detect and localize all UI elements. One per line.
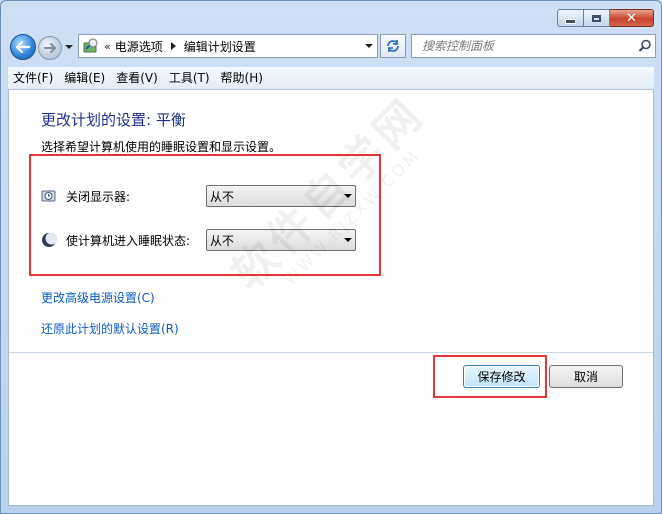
breadcrumb-power-options[interactable]: 电源选项 xyxy=(115,38,163,55)
chevron-down-icon xyxy=(65,45,73,49)
display-off-value: 从不 xyxy=(210,189,235,204)
forward-arrow-icon xyxy=(44,43,56,53)
address-bar[interactable]: « 电源选项 编辑计划设置 xyxy=(78,34,378,58)
chevron-down-icon xyxy=(365,44,373,48)
advanced-power-settings-link[interactable]: 更改高级电源设置(C) xyxy=(41,289,155,306)
search-input[interactable] xyxy=(420,38,635,54)
menu-view[interactable]: 查看(V) xyxy=(111,68,163,88)
sleep-label: 使计算机进入睡眠状态: xyxy=(66,233,191,248)
breadcrumb-separator-icon[interactable] xyxy=(170,42,176,50)
chevron-down-icon xyxy=(341,194,355,198)
page-title: 更改计划的设置: 平衡 xyxy=(41,111,186,129)
minimize-button[interactable] xyxy=(557,9,584,27)
menu-tools[interactable]: 工具(T) xyxy=(164,68,215,88)
refresh-button[interactable] xyxy=(380,34,406,58)
monitor-clock-icon xyxy=(41,190,56,202)
breadcrumb-overflow[interactable]: « xyxy=(104,40,111,53)
save-changes-button[interactable]: 保存修改 xyxy=(463,365,540,388)
search-box xyxy=(411,34,656,58)
divider xyxy=(9,352,653,353)
display-off-select[interactable]: 从不 xyxy=(206,185,356,207)
control-panel-icon xyxy=(83,38,98,53)
menu-edit[interactable]: 编辑(E) xyxy=(59,68,110,88)
setting-row-sleep: 使计算机进入睡眠状态: 从不 xyxy=(41,229,356,251)
menu-bar: 文件(F) 编辑(E) 查看(V) 工具(T) 帮助(H) xyxy=(8,67,654,90)
cancel-button[interactable]: 取消 xyxy=(549,365,623,388)
back-arrow-icon xyxy=(16,41,30,53)
back-button[interactable] xyxy=(10,34,36,60)
maximize-button[interactable] xyxy=(584,9,610,27)
close-icon: ✕ xyxy=(626,10,637,26)
caption-buttons: ✕ xyxy=(557,9,654,27)
page-description: 选择希望计算机使用的睡眠设置和显示设置。 xyxy=(41,140,282,154)
minimize-icon xyxy=(565,18,576,24)
breadcrumb-edit-plan[interactable]: 编辑计划设置 xyxy=(184,38,256,55)
refresh-icon xyxy=(387,40,399,52)
address-dropdown[interactable] xyxy=(361,35,377,57)
setting-row-display: 关闭显示器: 从不 xyxy=(41,185,356,207)
recent-pages-dropdown[interactable] xyxy=(65,42,75,52)
search-icon[interactable] xyxy=(635,36,655,56)
sleep-select[interactable]: 从不 xyxy=(206,229,356,251)
restore-defaults-link[interactable]: 还原此计划的默认设置(R) xyxy=(41,320,179,337)
maximize-icon xyxy=(592,14,601,22)
window: ✕ « 电源选项 编辑计划设置 搜索控制面板 文件(F) 编辑(E) 查看(V)… xyxy=(0,0,662,514)
navigation-bar: « 电源选项 编辑计划设置 xyxy=(1,33,661,63)
display-off-label: 关闭显示器: xyxy=(66,189,131,204)
menu-help[interactable]: 帮助(H) xyxy=(216,68,268,88)
menu-file[interactable]: 文件(F) xyxy=(8,68,58,88)
chevron-down-icon xyxy=(341,238,355,242)
close-button[interactable]: ✕ xyxy=(610,9,654,27)
content-pane: 更改计划的设置: 平衡 选择希望计算机使用的睡眠设置和显示设置。 关闭显示器: … xyxy=(8,90,654,506)
forward-button[interactable] xyxy=(38,36,62,60)
moon-icon xyxy=(42,232,57,247)
sleep-value: 从不 xyxy=(210,233,235,248)
